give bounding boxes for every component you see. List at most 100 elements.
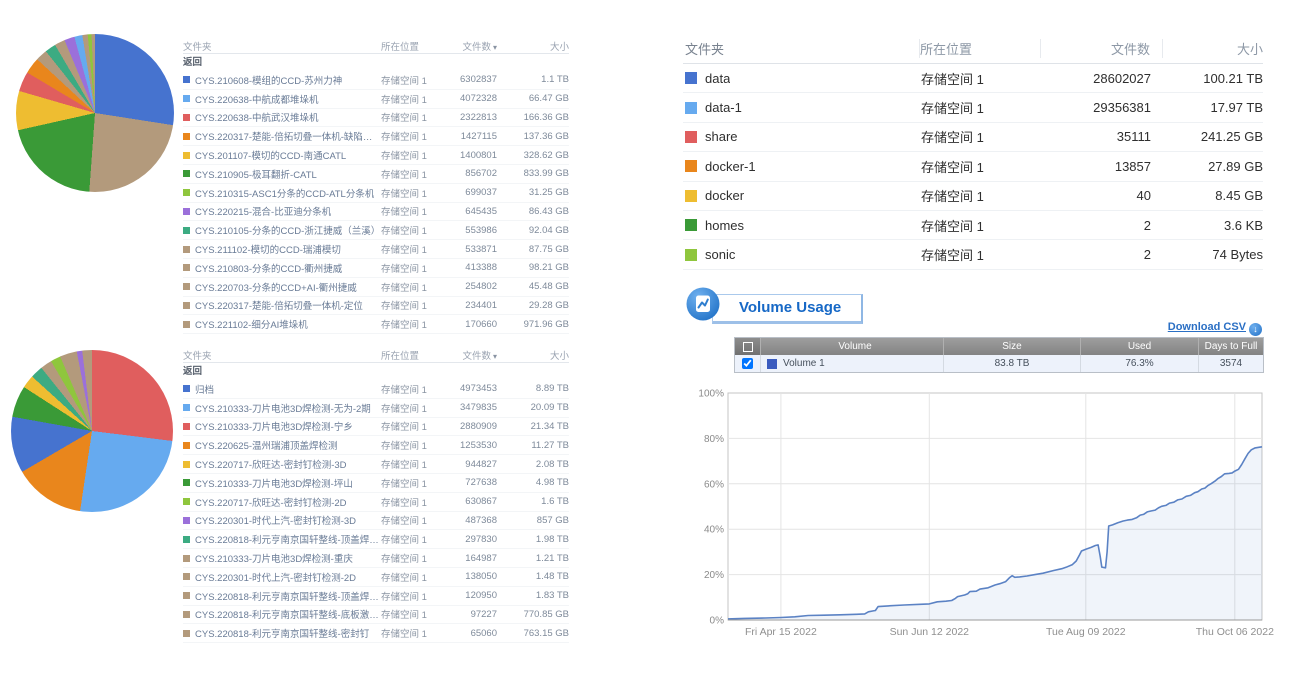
table-row[interactable]: CYS.211102-模切的CCD-瑞浦模切存储空间 153387187.75 … — [183, 240, 569, 259]
folder-size: 3.6 KB — [1163, 218, 1263, 233]
download-csv-link[interactable]: Download CSV — [1168, 321, 1246, 333]
folder-filecount: 297830 — [439, 534, 497, 545]
col-size[interactable]: 大小 — [497, 348, 569, 362]
col-size[interactable]: 大小 — [497, 39, 569, 53]
table-row[interactable]: docker-1存储空间 11385727.89 GB — [683, 152, 1263, 181]
folder-size: 8.89 TB — [497, 383, 569, 394]
table-row[interactable]: CYS.220638-中航成都堆垛机存储空间 1407232866.47 GB — [183, 90, 569, 109]
color-chip — [183, 95, 190, 102]
folder-size: 86.43 GB — [497, 206, 569, 217]
folder-size: 1.48 TB — [497, 571, 569, 582]
download-icon[interactable]: ↓ — [1249, 323, 1262, 336]
table-row[interactable]: CYS.220818-利元亨南京国轩整线-顶盖焊-3D存储空间 12978301… — [183, 530, 569, 549]
svg-text:20%: 20% — [704, 570, 724, 581]
table-row[interactable]: CYS.220215-混合-比亚迪分条机存储空间 164543586.43 GB — [183, 203, 569, 222]
table-row[interactable]: CYS.220717-欣旺达-密封钉检测-2D存储空间 16308671.6 T… — [183, 493, 569, 512]
folder-size: 166.36 GB — [497, 112, 569, 123]
table-row[interactable]: CYS.210333-刀片电池3D焊检测-重庆存储空间 11649871.21 … — [183, 549, 569, 568]
volume-usage-chart-icon — [686, 287, 720, 321]
table-row[interactable]: sonic存储空间 1274 Bytes — [683, 240, 1263, 269]
table-row[interactable]: CYS.220638-中航武汉堆垛机存储空间 12322813166.36 GB — [183, 109, 569, 128]
table-row[interactable]: CYS.220625-温州瑞浦顶盖焊检测存储空间 1125353011.27 T… — [183, 436, 569, 455]
table-row[interactable]: CYS.210315-ASC1分条的CCD-ATL分条机存储空间 1699037… — [183, 184, 569, 203]
table-row[interactable]: 归档存储空间 149734538.89 TB — [183, 380, 569, 399]
volume-size: 83.8 TB — [944, 355, 1081, 372]
folder-name: docker-1 — [705, 159, 756, 174]
table-row[interactable]: CYS.210333-刀片电池3D焊检测-宁乡存储空间 1288090921.3… — [183, 418, 569, 437]
col-folder[interactable]: 文件夹 — [683, 39, 920, 58]
folder-name: CYS.210333-刀片电池3D焊检测-无为-2期 — [195, 401, 371, 415]
folder-size: 31.25 GB — [497, 187, 569, 198]
folder-size: 857 GB — [497, 515, 569, 526]
table-row[interactable]: homes存储空间 123.6 KB — [683, 211, 1263, 240]
table-row[interactable]: share存储空间 135111241.25 GB — [683, 123, 1263, 152]
table-row[interactable]: CYS.220301-时代上汽-密封钉检测-3D存储空间 1487368857 … — [183, 512, 569, 531]
table-row[interactable]: docker存储空间 1408.45 GB — [683, 182, 1263, 211]
table-header: 文件夹 所在位置 文件数 大小 — [683, 33, 1263, 64]
volume-checkbox[interactable] — [742, 358, 753, 369]
folder-filecount: 630867 — [439, 496, 497, 507]
folder-size: 74 Bytes — [1163, 247, 1263, 262]
table-row[interactable]: CYS.220818-利元亨南京国轩整线-密封钉存储空间 165060763.1… — [183, 624, 569, 643]
color-chip — [685, 102, 697, 114]
folder-location: 存储空间 1 — [921, 245, 1041, 264]
color-chip — [183, 592, 190, 599]
row-checkbox[interactable] — [735, 355, 761, 372]
folder-table-top: 文件夹 所在位置 文件数▾ 大小 返回 CYS.210608-模组的CCD-苏州… — [183, 38, 569, 334]
col-size[interactable]: 大小 — [1163, 39, 1263, 58]
table-row[interactable]: CYS.210333-刀片电池3D焊检测-坪山存储空间 17276384.98 … — [183, 474, 569, 493]
folder-filecount: 4072328 — [439, 93, 497, 104]
folder-filecount: 533871 — [439, 244, 497, 255]
svg-text:40%: 40% — [704, 525, 724, 536]
folder-name-cell: CYS.201107-模切的CCD-南通CATL — [183, 148, 381, 162]
folder-name: CYS.220818-利元亨南京国轩整线-顶盖焊-3D — [195, 532, 381, 546]
select-all-checkbox[interactable] — [735, 338, 761, 355]
table-row[interactable]: CYS.220818-利元亨南京国轩整线-底板激光焊缝-...存储空间 1972… — [183, 606, 569, 625]
table-row[interactable]: CYS.220301-时代上汽-密封钉检测-2D存储空间 11380501.48… — [183, 568, 569, 587]
col-location[interactable]: 所在位置 — [920, 39, 1041, 58]
table-row[interactable]: CYS.220703-分条的CCD+AI-衢州捷威存储空间 125480245.… — [183, 278, 569, 297]
col-volume[interactable]: Volume — [761, 338, 944, 355]
color-chip — [183, 321, 190, 328]
back-link[interactable]: 返回 — [183, 363, 569, 380]
col-used[interactable]: Used — [1081, 338, 1199, 355]
folder-filecount: 856702 — [439, 168, 497, 179]
col-size[interactable]: Size — [944, 338, 1081, 355]
col-filecount[interactable]: 文件数▾ — [439, 348, 497, 362]
table-row[interactable]: CYS.220717-欣旺达-密封钉检测-3D存储空间 19448272.08 … — [183, 455, 569, 474]
folder-filecount: 4973453 — [439, 383, 497, 394]
table-row[interactable]: CYS.210105-分条的CCD-浙江捷威（兰溪）存储空间 155398692… — [183, 221, 569, 240]
col-days-to-full[interactable]: Days to Full — [1199, 338, 1263, 355]
table-row[interactable]: CYS.210803-分条的CCD-衢州捷威存储空间 141338898.21 … — [183, 259, 569, 278]
table-row[interactable]: CYS.220818-利元亨南京国轩整线-顶盖焊-2D存储空间 11209501… — [183, 587, 569, 606]
folder-filecount: 6302837 — [439, 74, 497, 85]
volume-row[interactable]: Volume 183.8 TB76.3%3574 — [735, 355, 1263, 372]
folder-location: 存储空间 1 — [381, 438, 439, 452]
back-link[interactable]: 返回 — [183, 54, 569, 71]
col-filecount[interactable]: 文件数▾ — [439, 39, 497, 53]
table-row[interactable]: data存储空间 128602027100.21 TB — [683, 64, 1263, 93]
table-row[interactable]: CYS.210333-刀片电池3D焊检测-无为-2期存储空间 134798352… — [183, 399, 569, 418]
col-filecount[interactable]: 文件数 — [1041, 39, 1163, 58]
folder-name-cell: CYS.220703-分条的CCD+AI-衢州捷威 — [183, 280, 381, 294]
folder-size: 92.04 GB — [497, 225, 569, 236]
table-row[interactable]: CYS.220317-楚能-倍拓切叠一体机-缺陷检测存储空间 114271151… — [183, 127, 569, 146]
col-folder[interactable]: 文件夹 — [183, 39, 381, 53]
table-row[interactable]: CYS.201107-模切的CCD-南通CATL存储空间 11400801328… — [183, 146, 569, 165]
table-row[interactable]: CYS.210608-模组的CCD-苏州力神存储空间 163028371.1 T… — [183, 71, 569, 90]
folder-name: CYS.210105-分条的CCD-浙江捷威（兰溪） — [195, 223, 380, 237]
folder-location: 存储空间 1 — [921, 186, 1041, 205]
volume-used: 76.3% — [1081, 355, 1199, 372]
col-folder[interactable]: 文件夹 — [183, 348, 381, 362]
table-row[interactable]: CYS.210905-极耳翻折-CATL存储空间 1856702833.99 G… — [183, 165, 569, 184]
folder-location: 存储空间 1 — [381, 92, 439, 106]
col-location[interactable]: 所在位置 — [381, 39, 439, 53]
table-row[interactable]: CYS.221102-细分AI堆垛机存储空间 1170660971.96 GB — [183, 315, 569, 334]
folder-size: 328.62 GB — [497, 150, 569, 161]
table-row[interactable]: CYS.220317-楚能-倍拓切叠一体机-定位存储空间 123440129.2… — [183, 297, 569, 316]
folder-size: 1.21 TB — [497, 553, 569, 564]
table-row[interactable]: data-1存储空间 12935638117.97 TB — [683, 93, 1263, 122]
folder-name-cell: docker — [683, 188, 921, 203]
col-location[interactable]: 所在位置 — [381, 348, 439, 362]
svg-text:Fri Apr 15 2022: Fri Apr 15 2022 — [745, 626, 817, 638]
